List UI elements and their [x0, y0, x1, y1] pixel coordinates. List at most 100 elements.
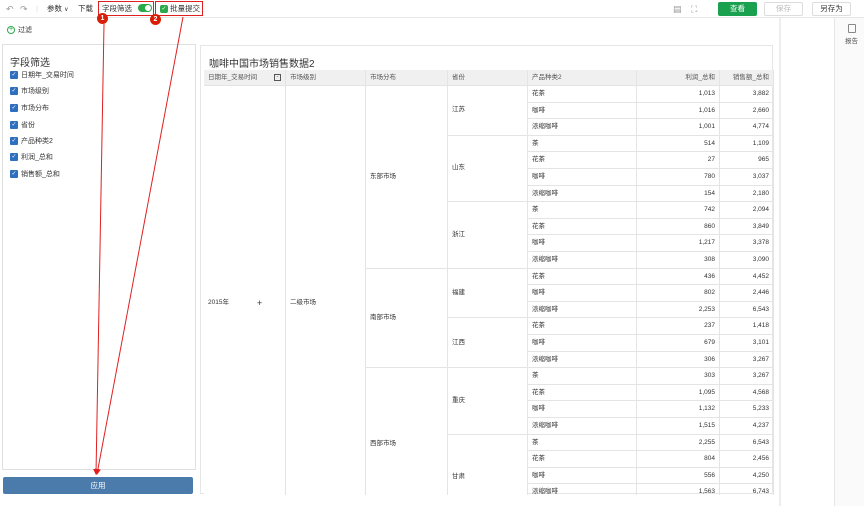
save-as-button[interactable]: 另存为 [812, 2, 851, 16]
sales-cell-text: 6,543 [752, 438, 769, 446]
sales-cell: 4,250 [720, 467, 774, 485]
profit-cell: 308 [637, 252, 720, 269]
sales-cell-text: 2,094 [752, 206, 769, 214]
column-header[interactable]: 市场分布 [366, 70, 448, 86]
field-checkbox-item[interactable]: ✓ 市场级别 [10, 87, 49, 97]
product-cell-text: 花茶 [532, 322, 545, 330]
sales-cell: 1,418 [720, 318, 774, 335]
profit-cell: 154 [637, 185, 720, 203]
sales-cell-text: 5,233 [752, 405, 769, 413]
field-label: 销售额_总和 [21, 171, 60, 178]
market-cell-text: 西部市场 [370, 440, 396, 448]
sales-cell: 4,774 [720, 119, 774, 136]
column-header[interactable]: 利润_总和 [637, 70, 720, 86]
profit-cell-text: 1,095 [698, 388, 715, 396]
product-cell-text: 花茶 [532, 156, 545, 164]
redo-icon[interactable]: ↷ [20, 3, 28, 15]
field-checkbox-item[interactable]: ✓ 产品种类2 [10, 137, 53, 147]
checkbox-checked-icon: ✓ [10, 104, 18, 113]
save-button[interactable]: 保存 [764, 2, 803, 16]
fullscreen-icon[interactable]: ⛶ [691, 3, 697, 15]
column-header[interactable]: 日期年_交易时间 - [204, 70, 286, 86]
market-cell: 东部市场 [366, 86, 448, 269]
pivot-table: 日期年_交易时间 - 市场级别 市场分布 省份 产品种类2 利润_总和 销售额_总和 2015年… [204, 70, 774, 495]
product-cell-text: 咖啡 [532, 471, 545, 479]
sales-cell-text: 4,568 [752, 388, 769, 396]
product-cell: 咖啡 [528, 169, 637, 186]
profit-cell-text: 780 [704, 173, 715, 180]
profit-cell: 556 [637, 467, 720, 485]
product-cell: 花茶 [528, 86, 637, 103]
profit-cell-text: 237 [704, 322, 715, 330]
province-cell: 山东 [448, 135, 528, 203]
app-root: ↶ ↷ | 参数 ∨ 下载 字段筛选 ✓ 批量提交 ▤ ⛶ 查看 保存 另存为 … [0, 0, 864, 506]
province-cell-text: 浙江 [452, 230, 465, 238]
column-header-text: 省份 [452, 74, 465, 81]
sales-cell-text: 1,418 [752, 322, 769, 330]
market-cell: 西部市场 [366, 368, 448, 495]
profit-cell: 436 [637, 268, 720, 286]
product-cell: 咖啡 [528, 335, 637, 352]
profit-cell-text: 1,001 [698, 123, 715, 131]
field-checkbox-item[interactable]: ✓ 省份 [10, 121, 35, 131]
profit-cell-text: 27 [707, 156, 715, 164]
edit-doc-icon[interactable]: ▤ [673, 3, 682, 15]
sales-cell-text: 3,101 [752, 339, 769, 346]
field-checkbox-item[interactable]: ✓ 销售额_总和 [10, 170, 60, 180]
params-menu[interactable]: 参数 ∨ [47, 3, 69, 15]
profit-cell-text: 1,217 [698, 239, 715, 247]
product-cell: 花茶 [528, 152, 637, 169]
product-cell: 茶 [528, 135, 637, 153]
sales-cell-text: 1,109 [752, 139, 769, 147]
sales-cell-text: 3,037 [752, 173, 769, 180]
apply-button[interactable]: 应用 [3, 477, 193, 494]
expand-plus-icon[interactable]: + [257, 295, 262, 311]
product-cell: 浓缩咖啡 [528, 484, 637, 495]
filter-toggle[interactable]: + 过滤 [7, 25, 32, 37]
undo-icon[interactable]: ↶ [6, 3, 14, 15]
report-icon[interactable] [848, 24, 856, 33]
column-header[interactable]: 市场级别 [286, 70, 366, 86]
profit-cell-text: 679 [704, 339, 715, 346]
column-header[interactable]: 产品种类2 [528, 70, 637, 86]
profit-cell-text: 436 [704, 272, 715, 280]
checkbox-checked-icon: ✓ [10, 87, 18, 96]
sales-cell-text: 6,543 [752, 305, 769, 313]
product-cell: 花茶 [528, 268, 637, 286]
download-button[interactable]: 下载 [78, 3, 93, 15]
product-cell: 浓缩咖啡 [528, 119, 637, 136]
profit-cell: 860 [637, 218, 720, 236]
field-checkbox-item[interactable]: ✓ 市场分布 [10, 104, 49, 114]
product-cell: 茶 [528, 202, 637, 219]
field-checkbox-item[interactable]: ✓ 利润_总和 [10, 153, 53, 163]
sales-cell: 4,568 [720, 384, 774, 402]
province-cell-text: 甘肃 [452, 473, 465, 481]
column-header-text: 销售额_总和 [732, 74, 769, 81]
province-cell: 江苏 [448, 86, 528, 136]
profit-cell: 1,217 [637, 235, 720, 252]
sales-cell: 6,543 [720, 434, 774, 452]
checkbox-checked-icon: ✓ [10, 121, 18, 130]
product-cell: 花茶 [528, 218, 637, 236]
profit-cell-text: 2,253 [698, 305, 715, 313]
column-header[interactable]: 省份 [448, 70, 528, 86]
sales-cell: 3,882 [720, 86, 774, 103]
vertical-scrollbar[interactable] [779, 18, 781, 506]
report-label[interactable]: 报告 [845, 35, 858, 45]
sales-cell: 2,660 [720, 102, 774, 120]
profit-cell: 1,001 [637, 119, 720, 136]
sales-cell: 3,101 [720, 335, 774, 352]
profit-cell-text: 1,132 [698, 405, 715, 413]
toolbar-divider: | [36, 4, 38, 13]
profit-cell: 679 [637, 335, 720, 352]
sales-cell: 2,456 [720, 451, 774, 468]
column-header[interactable]: 销售额_总和 [720, 70, 774, 86]
field-label: 市场分布 [21, 105, 49, 112]
product-cell-text: 茶 [532, 372, 539, 380]
product-cell-text: 花茶 [532, 388, 545, 396]
collapse-icon[interactable]: - [274, 74, 281, 81]
view-button[interactable]: 查看 [718, 2, 757, 16]
product-cell: 浓缩咖啡 [528, 351, 637, 369]
field-checkbox-item[interactable]: ✓ 日期年_交易时间 [10, 71, 74, 81]
column-header-text: 产品种类2 [532, 74, 562, 81]
